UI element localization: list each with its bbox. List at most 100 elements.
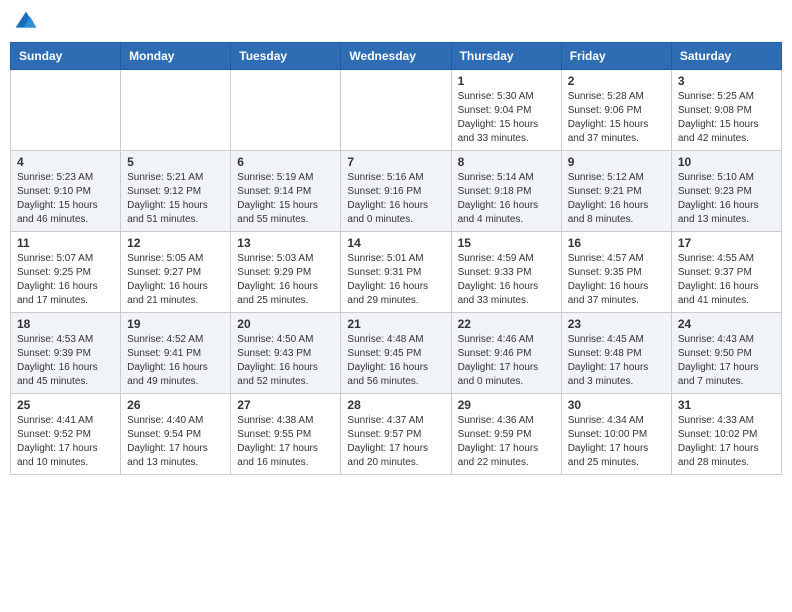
- day-number: 9: [568, 155, 665, 169]
- day-number: 11: [17, 236, 114, 250]
- day-info: Sunrise: 4:33 AM Sunset: 10:02 PM Daylig…: [678, 414, 775, 470]
- calendar-cell: 23 Sunrise: 4:45 AM Sunset: 9:48 PM Dayli…: [561, 313, 671, 394]
- day-number: 18: [17, 317, 114, 331]
- calendar-cell: 2Sunrise: 5:28 AM Sunset: 9:06 PM Daylig…: [561, 70, 671, 151]
- day-info: Sunrise: 5:01 AM Sunset: 9:31 PM Dayligh…: [347, 252, 444, 308]
- day-number: 10: [678, 155, 775, 169]
- day-info: Sunrise: 4:50 AM Sunset: 9:43 PM Dayligh…: [237, 333, 334, 389]
- calendar-cell: 22Sunrise: 4:46 AM Sunset: 9:46 PM Dayli…: [451, 313, 561, 394]
- calendar-cell: [121, 70, 231, 151]
- day-number: 25: [17, 398, 114, 412]
- calendar-cell: 30 Sunrise: 4:34 AM Sunset: 10:00 PM Dayl…: [561, 394, 671, 475]
- calendar-cell: 28 Sunrise: 4:37 AM Sunset: 9:57 PM Dayli…: [341, 394, 451, 475]
- weekday-header-monday: Monday: [121, 43, 231, 70]
- day-info: Sunrise: 4:37 AM Sunset: 9:57 PM Dayligh…: [347, 414, 444, 470]
- day-number: 4: [17, 155, 114, 169]
- calendar-cell: 14 Sunrise: 5:01 AM Sunset: 9:31 PM Dayli…: [341, 232, 451, 313]
- day-info: Sunrise: 5:12 AM Sunset: 9:21 PM Dayligh…: [568, 171, 665, 227]
- calendar-cell: 5 Sunrise: 5:21 AM Sunset: 9:12 PM Daylig…: [121, 151, 231, 232]
- day-number: 31: [678, 398, 775, 412]
- calendar-cell: 4 Sunrise: 5:23 AM Sunset: 9:10 PM Daylig…: [11, 151, 121, 232]
- calendar-cell: 20 Sunrise: 4:50 AM Sunset: 9:43 PM Dayli…: [231, 313, 341, 394]
- day-info: Sunrise: 4:59 AM Sunset: 9:33 PM Dayligh…: [458, 252, 555, 308]
- calendar-header-row: SundayMondayTuesdayWednesdayThursdayFrid…: [11, 43, 782, 70]
- day-number: 27: [237, 398, 334, 412]
- day-info: Sunrise: 5:21 AM Sunset: 9:12 PM Dayligh…: [127, 171, 224, 227]
- calendar-cell: [11, 70, 121, 151]
- day-info: Sunrise: 5:05 AM Sunset: 9:27 PM Dayligh…: [127, 252, 224, 308]
- day-number: 7: [347, 155, 444, 169]
- day-info: Sunrise: 4:38 AM Sunset: 9:55 PM Dayligh…: [237, 414, 334, 470]
- calendar-cell: 27 Sunrise: 4:38 AM Sunset: 9:55 PM Dayli…: [231, 394, 341, 475]
- calendar-cell: 31 Sunrise: 4:33 AM Sunset: 10:02 PM Dayl…: [671, 394, 781, 475]
- day-number: 15: [458, 236, 555, 250]
- calendar-cell: 26 Sunrise: 4:40 AM Sunset: 9:54 PM Dayli…: [121, 394, 231, 475]
- calendar-cell: 9 Sunrise: 5:12 AM Sunset: 9:21 PM Daylig…: [561, 151, 671, 232]
- day-info: Sunrise: 4:36 AM Sunset: 9:59 PM Dayligh…: [458, 414, 555, 470]
- day-number: 3: [678, 74, 775, 88]
- calendar-cell: [341, 70, 451, 151]
- day-info: Sunrise: 5:28 AM Sunset: 9:06 PM Dayligh…: [568, 90, 665, 146]
- weekday-header-sunday: Sunday: [11, 43, 121, 70]
- calendar-cell: 8Sunrise: 5:14 AM Sunset: 9:18 PM Daylig…: [451, 151, 561, 232]
- calendar-cell: 10 Sunrise: 5:10 AM Sunset: 9:23 PM Dayli…: [671, 151, 781, 232]
- day-info: Sunrise: 4:57 AM Sunset: 9:35 PM Dayligh…: [568, 252, 665, 308]
- day-info: Sunrise: 4:40 AM Sunset: 9:54 PM Dayligh…: [127, 414, 224, 470]
- day-number: 19: [127, 317, 224, 331]
- weekday-header-friday: Friday: [561, 43, 671, 70]
- calendar-week-row: 18 Sunrise: 4:53 AM Sunset: 9:39 PM Dayli…: [11, 313, 782, 394]
- weekday-header-wednesday: Wednesday: [341, 43, 451, 70]
- day-info: Sunrise: 5:16 AM Sunset: 9:16 PM Dayligh…: [347, 171, 444, 227]
- calendar-cell: 1Sunrise: 5:30 AM Sunset: 9:04 PM Daylig…: [451, 70, 561, 151]
- calendar-cell: 12Sunrise: 5:05 AM Sunset: 9:27 PM Dayli…: [121, 232, 231, 313]
- day-info: Sunrise: 5:07 AM Sunset: 9:25 PM Dayligh…: [17, 252, 114, 308]
- day-number: 23: [568, 317, 665, 331]
- day-info: Sunrise: 4:48 AM Sunset: 9:45 PM Dayligh…: [347, 333, 444, 389]
- calendar-week-row: 4 Sunrise: 5:23 AM Sunset: 9:10 PM Daylig…: [11, 151, 782, 232]
- calendar-cell: [231, 70, 341, 151]
- day-info: Sunrise: 4:45 AM Sunset: 9:48 PM Dayligh…: [568, 333, 665, 389]
- day-number: 28: [347, 398, 444, 412]
- day-number: 5: [127, 155, 224, 169]
- weekday-header-saturday: Saturday: [671, 43, 781, 70]
- logo-icon: [14, 10, 38, 34]
- day-number: 26: [127, 398, 224, 412]
- day-number: 13: [237, 236, 334, 250]
- day-info: Sunrise: 4:53 AM Sunset: 9:39 PM Dayligh…: [17, 333, 114, 389]
- calendar-cell: 21Sunrise: 4:48 AM Sunset: 9:45 PM Dayli…: [341, 313, 451, 394]
- calendar-table: SundayMondayTuesdayWednesdayThursdayFrid…: [10, 42, 782, 475]
- weekday-header-tuesday: Tuesday: [231, 43, 341, 70]
- day-number: 29: [458, 398, 555, 412]
- day-info: Sunrise: 4:46 AM Sunset: 9:46 PM Dayligh…: [458, 333, 555, 389]
- calendar-cell: 25Sunrise: 4:41 AM Sunset: 9:52 PM Dayli…: [11, 394, 121, 475]
- day-info: Sunrise: 4:52 AM Sunset: 9:41 PM Dayligh…: [127, 333, 224, 389]
- calendar-week-row: 1Sunrise: 5:30 AM Sunset: 9:04 PM Daylig…: [11, 70, 782, 151]
- day-info: Sunrise: 5:19 AM Sunset: 9:14 PM Dayligh…: [237, 171, 334, 227]
- day-number: 14: [347, 236, 444, 250]
- day-number: 6: [237, 155, 334, 169]
- calendar-cell: 11 Sunrise: 5:07 AM Sunset: 9:25 PM Dayli…: [11, 232, 121, 313]
- day-number: 8: [458, 155, 555, 169]
- day-number: 1: [458, 74, 555, 88]
- page-header: [10, 10, 782, 34]
- day-info: Sunrise: 5:03 AM Sunset: 9:29 PM Dayligh…: [237, 252, 334, 308]
- day-info: Sunrise: 5:23 AM Sunset: 9:10 PM Dayligh…: [17, 171, 114, 227]
- calendar-week-row: 25Sunrise: 4:41 AM Sunset: 9:52 PM Dayli…: [11, 394, 782, 475]
- day-info: Sunrise: 5:10 AM Sunset: 9:23 PM Dayligh…: [678, 171, 775, 227]
- day-info: Sunrise: 4:55 AM Sunset: 9:37 PM Dayligh…: [678, 252, 775, 308]
- calendar-cell: 29 Sunrise: 4:36 AM Sunset: 9:59 PM Dayli…: [451, 394, 561, 475]
- day-number: 24: [678, 317, 775, 331]
- day-number: 20: [237, 317, 334, 331]
- calendar-cell: 6 Sunrise: 5:19 AM Sunset: 9:14 PM Daylig…: [231, 151, 341, 232]
- day-number: 30: [568, 398, 665, 412]
- day-info: Sunrise: 4:34 AM Sunset: 10:00 PM Daylig…: [568, 414, 665, 470]
- logo: [14, 10, 40, 34]
- calendar-cell: 18 Sunrise: 4:53 AM Sunset: 9:39 PM Dayli…: [11, 313, 121, 394]
- calendar-cell: 24 Sunrise: 4:43 AM Sunset: 9:50 PM Dayli…: [671, 313, 781, 394]
- day-number: 16: [568, 236, 665, 250]
- weekday-header-thursday: Thursday: [451, 43, 561, 70]
- calendar-cell: 15 Sunrise: 4:59 AM Sunset: 9:33 PM Dayli…: [451, 232, 561, 313]
- calendar-week-row: 11 Sunrise: 5:07 AM Sunset: 9:25 PM Dayli…: [11, 232, 782, 313]
- day-info: Sunrise: 4:43 AM Sunset: 9:50 PM Dayligh…: [678, 333, 775, 389]
- calendar-cell: 3Sunrise: 5:25 AM Sunset: 9:08 PM Daylig…: [671, 70, 781, 151]
